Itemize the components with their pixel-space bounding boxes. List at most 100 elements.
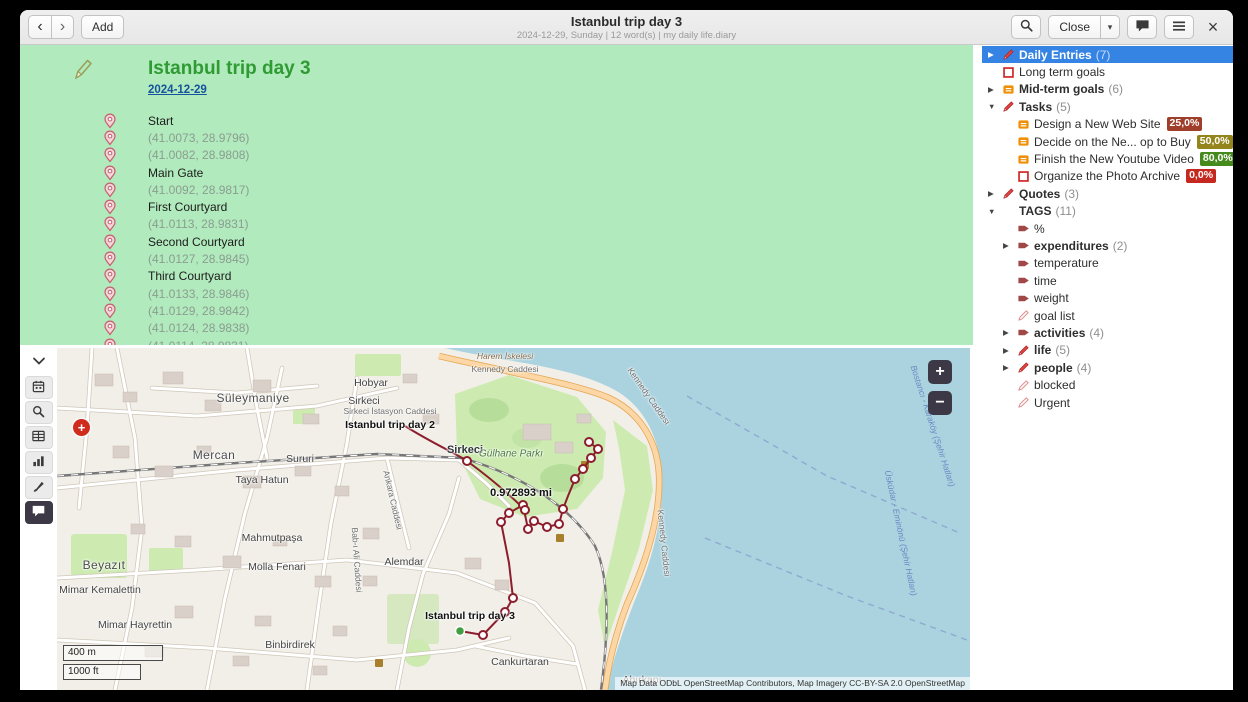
tree-item-[interactable]: % <box>982 220 1233 237</box>
themes-button[interactable] <box>25 476 53 499</box>
route-point-marker[interactable] <box>559 505 567 513</box>
route-point-marker[interactable] <box>521 506 529 514</box>
route-point-marker[interactable] <box>555 520 563 528</box>
zoom-in-button[interactable]: + <box>928 360 952 384</box>
scale-imperial: 1000 ft <box>63 664 141 680</box>
close-window-button[interactable]: × <box>1201 17 1225 38</box>
tag-icon <box>1017 239 1034 252</box>
expander-icon[interactable]: ▶ <box>988 50 1002 59</box>
entry-item-text: (41.0133, 28.9846) <box>148 287 249 301</box>
expander-icon[interactable]: ▼ <box>988 207 1002 216</box>
charts-button[interactable] <box>25 451 53 474</box>
tree-item-organize-the-photo-archive[interactable]: Organize the Photo Archive0,0% <box>982 168 1233 185</box>
zoom-out-button[interactable]: − <box>928 391 952 415</box>
tree-item-people[interactable]: ▶people(4) <box>982 359 1233 376</box>
entry-item: (41.0133, 28.9846) <box>104 285 973 302</box>
entry-item: (41.0092, 28.9817) <box>104 181 973 198</box>
expander-icon[interactable]: ▶ <box>988 189 1002 198</box>
add-button[interactable]: Add <box>81 15 124 39</box>
progress-badge: 50,0% <box>1197 135 1233 149</box>
expander-icon[interactable]: ▶ <box>988 85 1002 94</box>
tree-item-goal-list[interactable]: goal list <box>982 307 1233 324</box>
tree-item-expenditures[interactable]: ▶expenditures(2) <box>982 237 1233 254</box>
forward-button[interactable]: › <box>51 15 74 39</box>
route-point-marker[interactable] <box>543 523 551 531</box>
expander-icon[interactable]: ▶ <box>1003 346 1017 355</box>
expander-icon[interactable]: ▶ <box>1003 328 1017 337</box>
route-point-marker[interactable] <box>524 525 532 533</box>
expander-icon[interactable]: ▶ <box>1003 241 1017 250</box>
close-diary-button[interactable]: Close <box>1048 15 1101 39</box>
tree-item-activities[interactable]: ▶ activities (4) <box>982 324 1233 341</box>
app-window: ‹ › Add Istanbul trip day 3 2024-12-29, … <box>20 10 1233 690</box>
map-scale: 400 m 1000 ft <box>63 645 163 680</box>
route-point-marker[interactable] <box>497 518 505 526</box>
tree-item-daily-entries[interactable]: ▶Daily Entries(7) <box>982 46 1233 63</box>
search-button[interactable] <box>1011 15 1041 39</box>
tree-item-weight[interactable]: weight <box>982 289 1233 306</box>
entry-date-link[interactable]: 2024-12-29 <box>148 84 207 96</box>
location-pin-icon <box>104 165 117 181</box>
filter-search-button[interactable] <box>25 401 53 424</box>
tree-item-quotes[interactable]: ▶Quotes(3) <box>982 185 1233 202</box>
map-section: Harem İskelesiKennedy CaddesiHobyarSüley… <box>20 345 982 690</box>
tree-item-count: (4) <box>1089 326 1104 340</box>
tree-item-design-a-new-web-site[interactable]: Design a New Web Site25,0% <box>982 116 1233 133</box>
tree-item-label: activities <box>1034 326 1085 340</box>
route-point-marker[interactable] <box>505 509 513 517</box>
tree-item-decide-on-the-ne-op-to-buy[interactable]: Decide on the Ne... op to Buy50,0% <box>982 133 1233 150</box>
tree-item-blocked[interactable]: blocked <box>982 376 1233 393</box>
tree-item-count: (4) <box>1077 361 1092 375</box>
theme-pencil-icon <box>1017 379 1034 392</box>
tree-item-label: temperature <box>1034 256 1099 270</box>
collapse-panel-button[interactable] <box>25 352 53 370</box>
back-button[interactable]: ‹ <box>28 15 51 39</box>
route-point-marker[interactable] <box>585 438 593 446</box>
entry-pencil-icon <box>1017 344 1034 357</box>
calendar-button[interactable] <box>25 376 53 399</box>
progress-icon <box>1017 135 1034 148</box>
route-point-marker[interactable] <box>579 465 587 473</box>
route-point-marker[interactable] <box>587 454 595 462</box>
close-menu-button[interactable]: ▾ <box>1101 15 1120 39</box>
tree-item-label: expenditures <box>1034 239 1109 253</box>
route-point-marker[interactable] <box>530 517 538 525</box>
tree-item-label: life <box>1034 343 1051 357</box>
tree-item-finish-the-new-youtube-video[interactable]: Finish the New Youtube Video80,0% <box>982 150 1233 167</box>
map-comments-button[interactable] <box>25 501 53 524</box>
route-point-marker[interactable] <box>501 608 509 616</box>
tree-item-mid-term-goals[interactable]: ▶Mid-term goals(6) <box>982 81 1233 98</box>
menu-button[interactable] <box>1164 15 1194 39</box>
route-point-marker[interactable] <box>509 594 517 602</box>
todo-checkbox-icon <box>1002 66 1019 79</box>
route-start-marker[interactable] <box>456 627 465 636</box>
tree-item-life[interactable]: ▶life(5) <box>982 342 1233 359</box>
tree-item-label: Organize the Photo Archive <box>1034 169 1180 183</box>
route-point-marker[interactable] <box>479 631 487 639</box>
tree-item-urgent[interactable]: Urgent <box>982 394 1233 411</box>
entry-item: (41.0073, 28.9796) <box>104 129 973 146</box>
tree-item-tasks[interactable]: ▼Tasks(5) <box>982 98 1233 115</box>
tree-item-long-term-goals[interactable]: Long term goals <box>982 63 1233 80</box>
expander-icon[interactable]: ▼ <box>988 102 1002 111</box>
entry-item: First Courtyard <box>104 198 973 215</box>
expander-icon[interactable]: ▶ <box>1003 363 1017 372</box>
entries-table-button[interactable] <box>25 426 53 449</box>
tree-item-time[interactable]: time <box>982 272 1233 289</box>
route-point-marker[interactable] <box>571 475 579 483</box>
add-location-marker[interactable]: + <box>73 419 90 436</box>
tree-item-tags[interactable]: ▼TAGS(11) <box>982 203 1233 220</box>
entry-editor[interactable]: Istanbul trip day 3 2024-12-29 Start(41.… <box>20 45 973 345</box>
entry-item-text: First Courtyard <box>148 200 227 214</box>
map-canvas[interactable]: Harem İskelesiKennedy CaddesiHobyarSüley… <box>57 348 970 690</box>
tree-item-label: Mid-term goals <box>1019 82 1104 96</box>
table-icon <box>31 429 46 446</box>
location-pin-icon <box>104 303 117 319</box>
tree-item-temperature[interactable]: temperature <box>982 255 1233 272</box>
comments-button[interactable] <box>1127 15 1157 39</box>
edit-pencil-icon <box>72 57 94 86</box>
tree-item-label: TAGS <box>1019 204 1051 218</box>
location-pin-icon <box>104 130 117 146</box>
route-point-marker[interactable] <box>594 445 602 453</box>
route-point-marker[interactable] <box>463 457 471 465</box>
